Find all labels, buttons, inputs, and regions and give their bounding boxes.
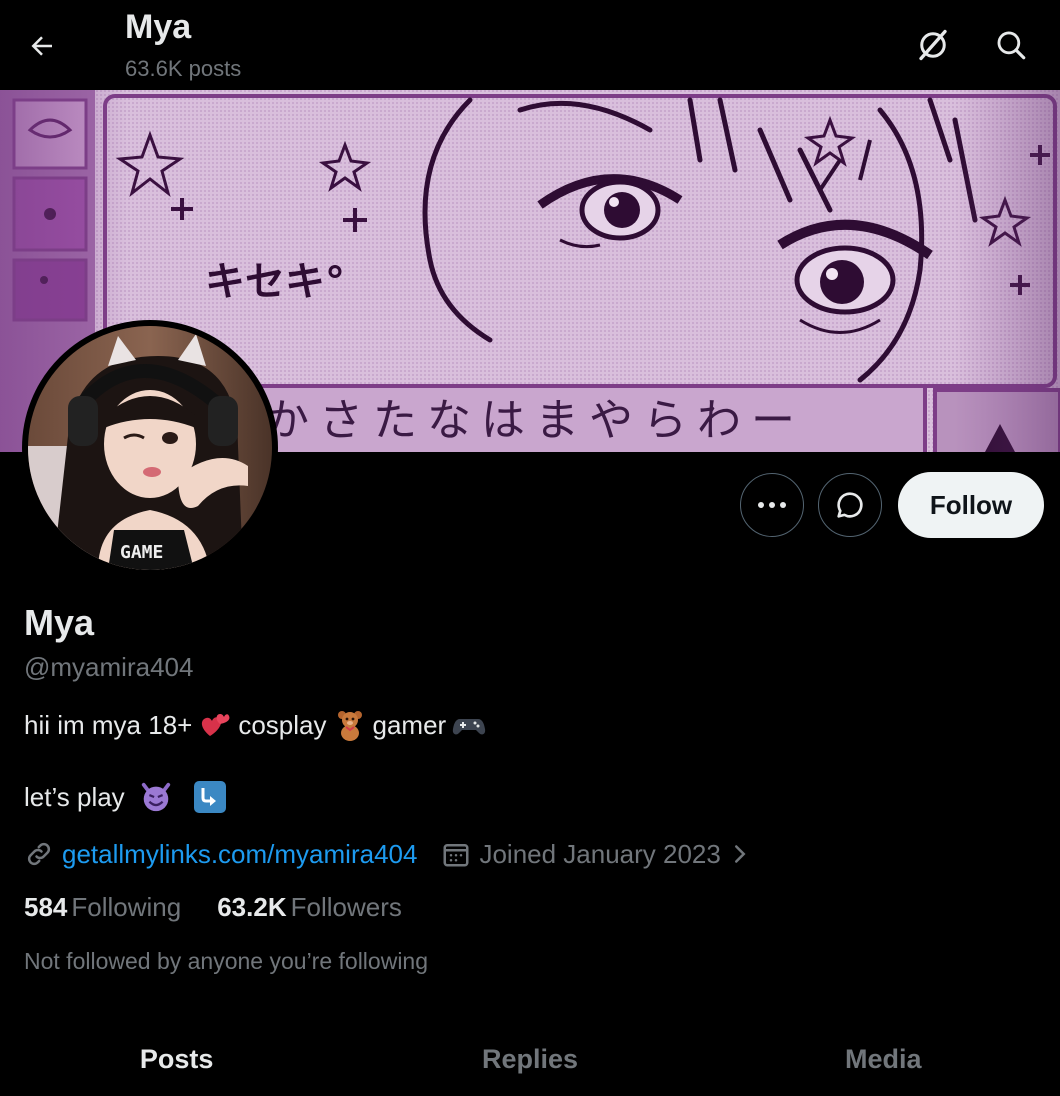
bio-text: let’s play (24, 781, 125, 812)
following-count: 584 (24, 892, 68, 922)
profile-meta-row: getallmylinks.com/myamira404 Joined Janu… (24, 836, 751, 872)
svg-text:GAME: GAME (120, 542, 163, 563)
arrow-left-icon (31, 36, 52, 56)
search-icon (997, 31, 1026, 60)
bio-line-1: hii im mya 18+ cosplay gamer (24, 708, 492, 742)
profile-page: Mya 63.6K posts GAME Follow Mya @myamira… (0, 0, 1060, 1096)
teddy-bear-emoji-icon (333, 708, 367, 742)
tab-replies[interactable]: Replies (353, 1030, 706, 1096)
bio-line-2: let’s play (24, 780, 233, 814)
more-horizontal-icon (758, 502, 786, 508)
followers-count: 63.2K (217, 892, 287, 922)
search-button[interactable] (988, 22, 1034, 68)
message-bubble-icon (837, 492, 863, 518)
header-title: Mya (125, 8, 192, 46)
arrow-down-right-emoji-icon (193, 780, 227, 814)
following-label: Following (71, 892, 182, 922)
tab-posts[interactable]: Posts (0, 1030, 353, 1096)
grok-button[interactable] (910, 22, 956, 68)
top-bar: Mya 63.6K posts (0, 0, 1060, 90)
link-icon (24, 839, 54, 869)
follow-button[interactable]: Follow (898, 472, 1044, 538)
tab-media[interactable]: Media (707, 1030, 1060, 1096)
game-controller-emoji-icon (452, 708, 486, 742)
calendar-icon (441, 839, 471, 869)
followers-label: Followers (290, 892, 402, 922)
profile-avatar[interactable]: GAME (22, 320, 278, 576)
more-options-button[interactable] (740, 473, 804, 537)
followers-stat[interactable]: 63.2K Followers (217, 892, 402, 923)
grok-icon (919, 29, 947, 61)
smiling-devil-emoji-icon (139, 780, 173, 814)
two-hearts-emoji-icon (198, 708, 232, 742)
follow-stats: 584 Following 63.2K Followers (24, 892, 438, 923)
bio-text: cosplay (238, 709, 327, 740)
bio-text: hii im mya 18+ (24, 709, 193, 740)
display-name: Mya (24, 602, 95, 643)
following-stat[interactable]: 584 Following (24, 892, 181, 923)
back-button[interactable] (20, 24, 64, 68)
user-handle: @myamira404 (24, 652, 194, 682)
message-button[interactable] (818, 473, 882, 537)
profile-tabs: Posts Replies Media (0, 1030, 1060, 1096)
mutuals-text: Not followed by anyone you’re following (24, 948, 429, 974)
website-link[interactable]: getallmylinks.com/myamira404 (62, 839, 417, 870)
header-post-count: 63.6K posts (125, 56, 242, 81)
bio-text: gamer (372, 709, 447, 740)
joined-date: Joined January 2023 (479, 838, 721, 869)
chevron-right-icon[interactable] (729, 839, 751, 869)
